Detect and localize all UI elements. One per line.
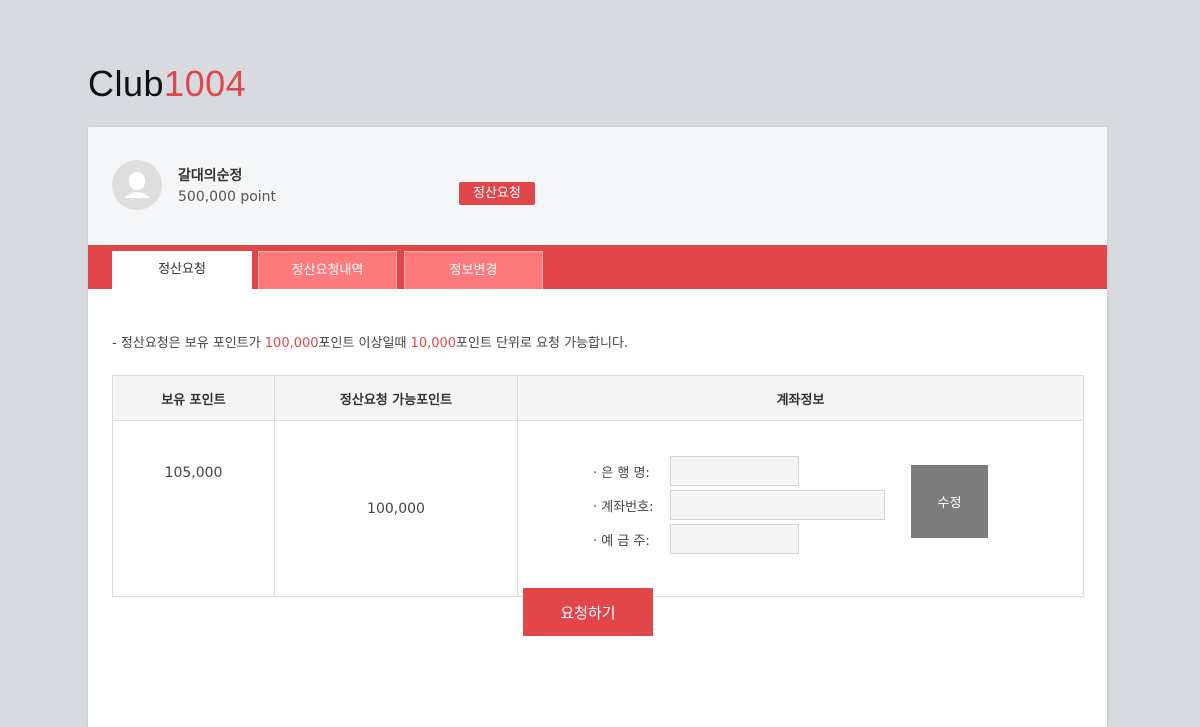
bank-name-input[interactable] <box>670 455 799 486</box>
account-number-input[interactable] <box>670 489 885 520</box>
user-name: 갈대의순정 <box>178 168 243 184</box>
notice-prefix: - 정산요청은 보유 포인트가 <box>112 336 265 351</box>
notice-unit-points: 10,000 <box>410 336 457 351</box>
notice-suffix: 포인트 단위로 요청 가능합니다. <box>456 336 629 351</box>
avatar-icon <box>112 160 162 210</box>
logo-number: 1004 <box>164 63 247 104</box>
account-form: · 은 행 명: · 계좌번호: · 예 금 주: 수정 <box>519 444 1082 574</box>
tab-bar: 정산요청 정산요청내역 정보변경 <box>88 245 1107 289</box>
header-account-info: 계좌정보 <box>517 375 1084 421</box>
profile-header: 갈대의순정 500,000 point 정산요청 <box>88 127 1107 245</box>
logo: Club1004 <box>88 62 246 106</box>
tab-settlement-request[interactable]: 정산요청 <box>112 251 252 289</box>
account-holder-input[interactable] <box>670 523 799 554</box>
tab-info-change[interactable]: 정보변경 <box>404 251 543 289</box>
account-info-cell: · 은 행 명: · 계좌번호: · 예 금 주: 수정 <box>517 420 1084 597</box>
header-held-points: 보유 포인트 <box>112 375 275 421</box>
held-points-value: 105,000 <box>112 420 275 597</box>
user-points: 500,000 point <box>178 189 277 205</box>
points-table: 보유 포인트 정산요청 가능포인트 계좌정보 105,000 100,000 ·… <box>112 375 1084 597</box>
logo-text: Club <box>88 63 165 104</box>
status-badge: 정산요청 <box>459 182 535 205</box>
notice-text: - 정산요청은 보유 포인트가 100,000포인트 이상일때 10,000포인… <box>112 332 628 351</box>
main-card: 갈대의순정 500,000 point 정산요청 정산요청 정산요청내역 정보변… <box>88 127 1107 727</box>
tab-request-history[interactable]: 정산요청내역 <box>258 251 397 289</box>
request-button[interactable]: 요청하기 <box>523 588 653 636</box>
account-number-label: · 계좌번호: <box>593 499 654 515</box>
bank-label: · 은 행 명: <box>593 465 650 481</box>
holder-label: · 예 금 주: <box>593 533 650 549</box>
edit-button[interactable]: 수정 <box>911 464 988 538</box>
header-requestable-points: 정산요청 가능포인트 <box>274 375 518 421</box>
requestable-points-value: 100,000 <box>274 420 518 597</box>
notice-min-points: 100,000 <box>264 336 319 351</box>
notice-middle: 포인트 이상일때 <box>318 336 411 351</box>
